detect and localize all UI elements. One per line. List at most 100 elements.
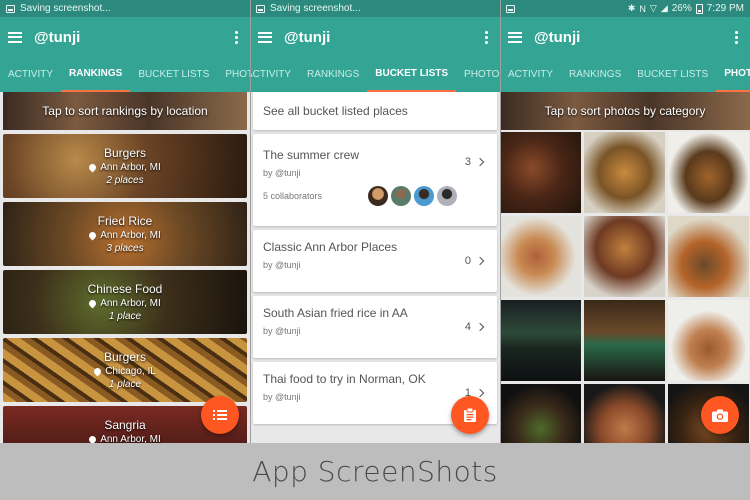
tab-bucket-lists[interactable]: BUCKET LISTS xyxy=(629,57,716,92)
battery-icon xyxy=(695,3,703,14)
rankings-screen: Saving screenshot... @tunji ACTIVITY RAN… xyxy=(0,0,250,443)
clock: 7:29 PM xyxy=(706,3,744,14)
panel-divider xyxy=(500,0,501,443)
tab-rankings[interactable]: RANKINGS xyxy=(61,57,131,92)
bucket-list-list: See all bucket listed places The summer … xyxy=(250,92,500,443)
location-text: Ann Arbor, MI xyxy=(100,298,161,309)
caption-title: App ScreenShots xyxy=(0,443,750,500)
battery-percent: 26% xyxy=(671,3,692,14)
food-photo[interactable] xyxy=(500,300,581,381)
food-photo[interactable] xyxy=(500,384,581,443)
tab-bucket-lists[interactable]: BUCKET LISTS xyxy=(130,57,217,92)
camera-fab-button[interactable] xyxy=(701,396,739,434)
ranking-location: Ann Arbor, MI xyxy=(3,434,247,443)
food-photo[interactable] xyxy=(668,216,749,297)
avatar xyxy=(414,186,434,206)
ranking-name: Burgers xyxy=(103,146,147,160)
bucket-list-author: by @tunji xyxy=(263,168,301,178)
ranking-count: 1 place xyxy=(108,311,142,322)
ranking-card[interactable]: Fried Rice Ann Arbor, MI 3 places xyxy=(3,202,247,266)
app-bar: @tunji xyxy=(250,17,500,57)
bucket-list-count: 4 xyxy=(464,321,485,333)
hamburger-menu-icon[interactable] xyxy=(508,31,522,43)
tab-bar: ACTIVITY RANKINGS BUCKET LISTS PHOTOS xyxy=(500,57,750,92)
screenshot-icon xyxy=(6,4,15,13)
sort-banner[interactable]: Tap to sort rankings by location xyxy=(3,92,247,130)
see-all-bucket-list-button[interactable]: See all bucket listed places xyxy=(253,92,497,130)
status-text: Saving screenshot... xyxy=(20,3,111,14)
count-value: 4 xyxy=(464,321,471,333)
tab-photos[interactable]: PHOTOS xyxy=(456,57,500,92)
bucket-list-title: Thai food to try in Norman, OK xyxy=(263,372,426,386)
bucket-list-title: South Asian fried rice in AA xyxy=(263,306,408,320)
collaborators-count: 5 collaborators xyxy=(263,191,323,201)
bucket-list-count: 0 xyxy=(465,255,485,267)
bucket-list-title: Classic Ann Arbor Places xyxy=(263,240,398,254)
list-icon xyxy=(213,410,227,420)
wifi-icon: ▽ xyxy=(649,3,657,13)
food-photo[interactable] xyxy=(584,300,665,381)
bucket-list-count: 3 xyxy=(465,156,485,168)
camera-icon xyxy=(712,409,728,422)
photos-screen: ✱ N ▽ ◢ 26% 7:29 PM @tunji ACTIVITY RANK… xyxy=(500,0,750,443)
app-title: @tunji xyxy=(34,28,81,46)
location-pin-icon xyxy=(87,434,98,443)
new-bucket-list-fab-button[interactable] xyxy=(451,396,489,434)
hamburger-menu-icon[interactable] xyxy=(8,31,22,43)
bucket-list-author: by @tunji xyxy=(263,326,301,336)
location-text: Chicago, IL xyxy=(105,366,156,377)
ranking-card[interactable]: Burgers Chicago, IL 1 place xyxy=(3,338,247,402)
ranking-name: Fried Rice xyxy=(97,214,153,228)
bucket-list-author: by @tunji xyxy=(263,260,301,270)
app-bar: @tunji xyxy=(500,17,750,57)
bucket-list-card[interactable]: The summer crew by @tunji 5 collaborator… xyxy=(253,134,497,226)
status-bar: Saving screenshot... xyxy=(0,0,250,17)
avatar xyxy=(437,186,457,206)
bucket-list-card[interactable]: Classic Ann Arbor Places by @tunji 0 xyxy=(253,230,497,292)
sort-banner[interactable]: Tap to sort photos by category xyxy=(500,92,750,130)
food-photo[interactable] xyxy=(584,384,665,443)
tab-activity[interactable]: ACTIVITY xyxy=(0,57,61,92)
tab-bar: ACTIVITY RANKINGS BUCKET LISTS PHOTOS xyxy=(250,57,500,92)
overflow-menu-icon[interactable] xyxy=(731,30,742,44)
food-photo[interactable] xyxy=(668,300,749,381)
ranking-card[interactable]: Burgers Ann Arbor, MI 2 places xyxy=(3,134,247,198)
tab-bucket-lists[interactable]: BUCKET LISTS xyxy=(367,57,457,92)
food-photo[interactable] xyxy=(584,132,665,213)
hamburger-menu-icon[interactable] xyxy=(258,31,272,43)
location-pin-icon xyxy=(87,230,98,241)
tab-activity[interactable]: ACTIVITY xyxy=(250,57,299,92)
avatar xyxy=(368,186,388,206)
tab-photos[interactable]: PHOTOS xyxy=(217,57,250,92)
bucket-list-author: by @tunji xyxy=(263,392,301,402)
ranking-count: 3 places xyxy=(106,243,144,254)
ranking-name: Chinese Food xyxy=(87,282,163,296)
collaborator-avatars xyxy=(368,186,457,206)
nfc-icon: N xyxy=(639,3,646,14)
bucket-list-card[interactable]: South Asian fried rice in AA by @tunji 4 xyxy=(253,296,497,358)
screenshot-icon xyxy=(256,4,265,13)
location-pin-icon xyxy=(87,162,98,173)
status-icons: ✱ N ▽ ◢ 26% 7:29 PM xyxy=(628,3,744,14)
food-photo[interactable] xyxy=(500,132,581,213)
ranking-location: Chicago, IL xyxy=(3,366,247,377)
ranking-card[interactable]: Chinese Food Ann Arbor, MI 1 place xyxy=(3,270,247,334)
location-text: Ann Arbor, MI xyxy=(100,434,161,443)
tab-photos[interactable]: PHOTOS xyxy=(716,57,750,92)
overflow-menu-icon[interactable] xyxy=(481,30,492,44)
food-photo[interactable] xyxy=(500,216,581,297)
overflow-menu-icon[interactable] xyxy=(231,30,242,44)
chevron-right-icon xyxy=(475,388,485,398)
tab-activity[interactable]: ACTIVITY xyxy=(500,57,561,92)
avatar xyxy=(391,186,411,206)
app-screenshots: Saving screenshot... @tunji ACTIVITY RAN… xyxy=(0,0,750,500)
tab-rankings[interactable]: RANKINGS xyxy=(299,57,367,92)
list-fab-button[interactable] xyxy=(201,396,239,434)
tab-rankings[interactable]: RANKINGS xyxy=(561,57,629,92)
app-bar: @tunji xyxy=(0,17,250,57)
food-photo[interactable] xyxy=(584,216,665,297)
food-photo[interactable] xyxy=(668,132,749,213)
location-text: Ann Arbor, MI xyxy=(100,230,161,241)
status-bar: ✱ N ▽ ◢ 26% 7:29 PM xyxy=(500,0,750,17)
screenshot-icon xyxy=(506,4,515,13)
